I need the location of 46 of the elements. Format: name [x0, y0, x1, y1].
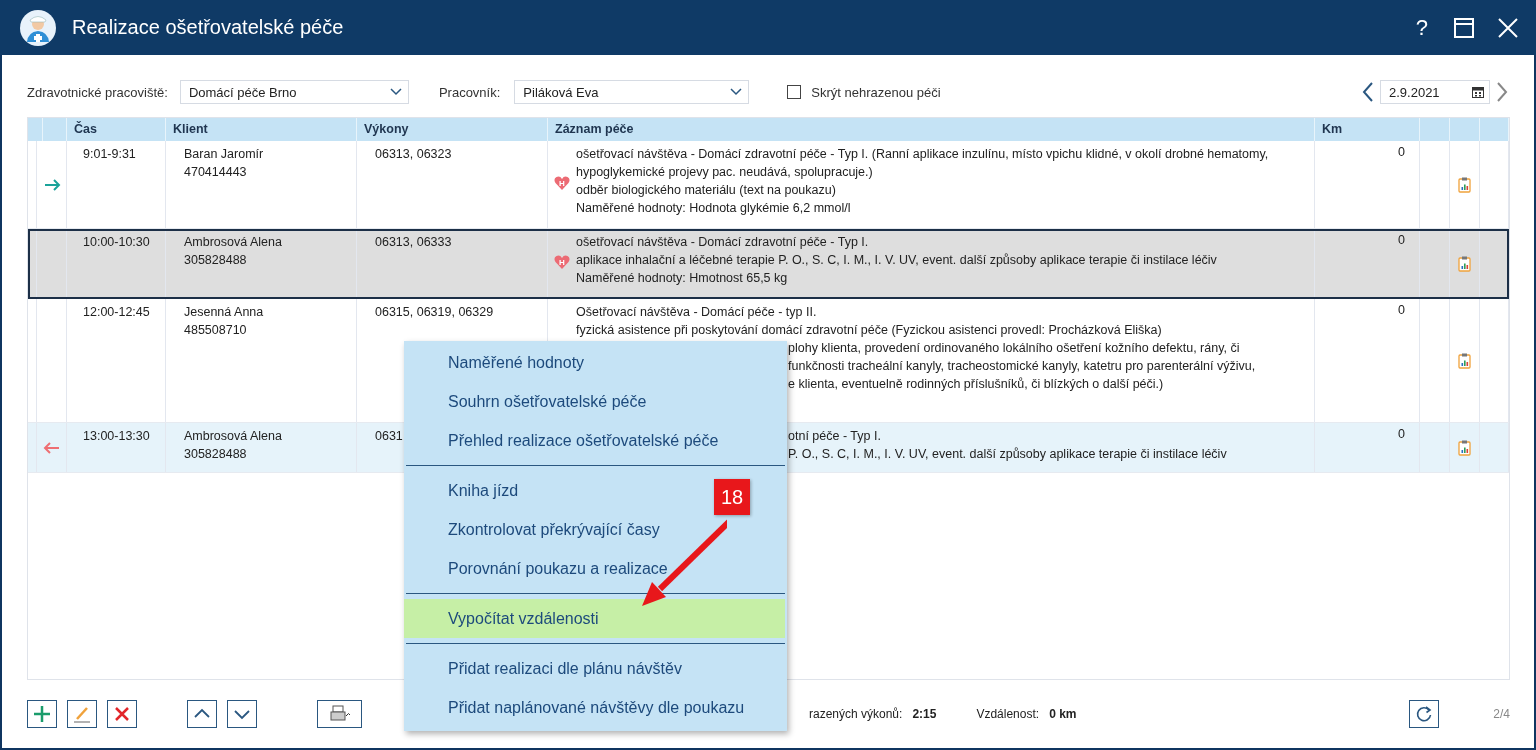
table-cell: 10:00-10:30 — [83, 235, 150, 249]
client-id: 305828488 — [184, 252, 247, 269]
record-text: aplikace inhalační a léčebné terapie P. O., S. C, I. M., I. V. UV, event. další způsoby aplikace terapie či instilace léčiv — [576, 253, 1217, 267]
record-text: Naměřené hodnoty: Hodnota glykémie 6,2 mmol/l — [576, 201, 851, 215]
table-cell: 13:00-13:30 — [83, 429, 150, 443]
field-label: Zdravotnické pracoviště: — [27, 84, 168, 100]
table-cell: 0 — [1398, 233, 1405, 247]
record-text: ošetřovací návštěva - Domácí zdravotní péče - Typ I. (Ranní aplikace inzulínu, místo vpichu klidné, v okolí drobné hematomy, — [576, 147, 1269, 161]
record-text: Ošetřovací návštěva - Domácí péče - typ II. — [576, 305, 817, 319]
client-id: 470414443 — [184, 164, 247, 181]
record-text: funkčnosti tracheální kanyly, tracheostomické kanyly, katetru pro parenterální výživu, — [788, 359, 1256, 373]
record-text: e klienta, eventuelně rodinných příslušníků, či blízkých o další péči.) — [788, 377, 1164, 391]
record-text: ošetřovací návštěva - Domácí zdravotní péče - Typ I. — [576, 235, 869, 249]
heart-badge-icon: H — [554, 175, 570, 191]
client-id: 305828488 — [184, 446, 247, 463]
record-text: plohy klienta, provedení ordinovaného lokálního ošetření kožního defektu, rány, či — [788, 341, 1240, 355]
client-name: Jesenná Anna — [184, 304, 264, 321]
client-name: Ambrosová Alena — [184, 428, 282, 445]
checkbox-label: Skrýt nehrazenou péči — [811, 84, 941, 100]
table-cell: 06313, 06333 — [375, 235, 452, 249]
client-id: 485508710 — [184, 322, 247, 339]
status-value: 2:15 — [912, 707, 937, 721]
record-text: P. O., S. C, I. M., I. V. UV, event. další způsoby aplikace terapie či instilace léčiv — [788, 447, 1227, 461]
table-cell: 06313, 06323 — [375, 147, 452, 161]
table-cell: 0 — [1398, 427, 1405, 441]
field-label: Pracovník: — [438, 84, 501, 100]
page-indicator: 2/4 — [1493, 707, 1510, 721]
table-cell: 0 — [1398, 303, 1405, 317]
record-text: otní péče - Typ I. — [788, 429, 881, 443]
table-cell: 9:01-9:31 — [83, 147, 136, 161]
step-badge: 18 — [714, 479, 750, 515]
record-text: fyzická asistence při poskytování domácí zdravotní péče (Fyzickou asistenci provedl: Procházková Eliška) — [576, 323, 1162, 337]
status-value: 0 km — [1049, 707, 1077, 721]
table-cell: 06315, 06319, 06329 — [375, 305, 494, 319]
table-cell: 0631 — [375, 429, 403, 443]
status-label: Vzdálenost: — [976, 707, 1040, 721]
table-cell: 12:00-12:45 — [83, 305, 150, 319]
window-title: Realizace ošetřovatelské péče — [72, 16, 345, 39]
client-name: Baran Jaromír — [184, 146, 264, 163]
record-text: Naměřené hodnoty: Hmotnost 65,5 kg — [576, 271, 788, 285]
heart-badge-icon: H — [554, 254, 570, 270]
record-text: hypoglykemické projevy pac. neudává, spolupracuje.) — [576, 165, 873, 179]
record-text: odběr biologického materiálu (text na poukazu) — [576, 183, 836, 197]
status-label: razených výkonů: — [809, 707, 903, 721]
table-cell: 0 — [1398, 145, 1405, 159]
client-name: Ambrosová Alena — [184, 234, 282, 251]
